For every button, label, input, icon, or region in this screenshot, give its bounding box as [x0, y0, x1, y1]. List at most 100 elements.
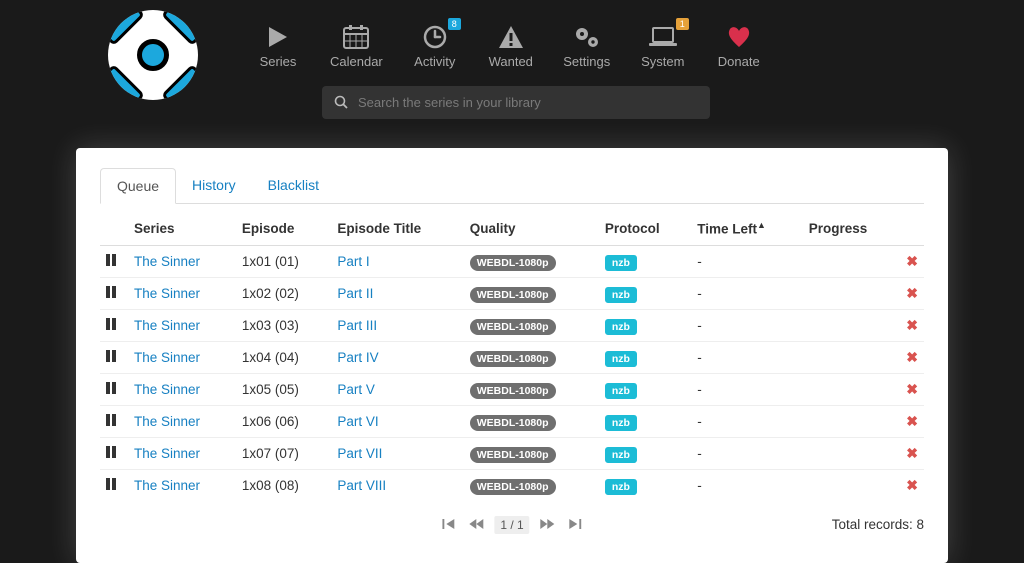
tabs: Queue History Blacklist: [100, 168, 924, 204]
search-input[interactable]: [322, 86, 710, 119]
queue-table: Series Episode Episode Title Quality Pro…: [100, 212, 924, 501]
episode-cell: 1x05 (05): [236, 373, 331, 405]
col-episode[interactable]: Episode: [236, 212, 331, 245]
main-nav: Series Calendar 8 Activity Wanted Settin…: [254, 10, 763, 69]
system-badge: 1: [676, 18, 689, 30]
calendar-icon: [343, 22, 369, 52]
nav-system[interactable]: 1 System: [639, 22, 687, 69]
timeleft-cell: -: [691, 245, 803, 277]
pause-icon[interactable]: [106, 350, 120, 362]
timeleft-cell: -: [691, 341, 803, 373]
episode-title-link[interactable]: Part III: [337, 318, 377, 333]
quality-badge: WEBDL-1080p: [470, 319, 556, 335]
series-link[interactable]: The Sinner: [134, 414, 200, 429]
timeleft-cell: -: [691, 277, 803, 309]
nav-activity[interactable]: 8 Activity: [411, 22, 459, 69]
series-link[interactable]: The Sinner: [134, 318, 200, 333]
timeleft-cell: -: [691, 437, 803, 469]
sort-asc-icon: ▲: [757, 220, 766, 230]
pause-icon[interactable]: [106, 286, 120, 298]
quality-badge: WEBDL-1080p: [470, 447, 556, 463]
activity-card: Queue History Blacklist Series Episode E…: [76, 148, 948, 563]
col-quality[interactable]: Quality: [464, 212, 599, 245]
tab-history[interactable]: History: [176, 168, 252, 203]
progress-cell: [803, 341, 901, 373]
pager-last-icon[interactable]: [566, 515, 584, 535]
activity-badge: 8: [448, 18, 461, 30]
episode-title-link[interactable]: Part I: [337, 254, 369, 269]
laptop-icon: [648, 22, 678, 52]
pause-icon[interactable]: [106, 478, 120, 490]
clock-icon: [423, 22, 447, 52]
remove-icon[interactable]: ✖: [906, 413, 918, 429]
episode-title-link[interactable]: Part VI: [337, 414, 378, 429]
protocol-badge: nzb: [605, 351, 637, 367]
quality-badge: WEBDL-1080p: [470, 479, 556, 495]
progress-cell: [803, 437, 901, 469]
app-logo[interactable]: [108, 10, 198, 100]
pager-first-icon[interactable]: [440, 515, 458, 535]
table-row: The Sinner1x02 (02)Part IIWEBDL-1080pnzb…: [100, 277, 924, 309]
episode-cell: 1x08 (08): [236, 469, 331, 501]
episode-cell: 1x02 (02): [236, 277, 331, 309]
gears-icon: [573, 22, 601, 52]
protocol-badge: nzb: [605, 415, 637, 431]
protocol-badge: nzb: [605, 287, 637, 303]
pause-icon[interactable]: [106, 254, 120, 266]
progress-cell: [803, 277, 901, 309]
remove-icon[interactable]: ✖: [906, 317, 918, 333]
pager: 1 / 1: [440, 515, 583, 535]
series-link[interactable]: The Sinner: [134, 286, 200, 301]
protocol-badge: nzb: [605, 479, 637, 495]
nav-calendar[interactable]: Calendar: [330, 22, 383, 69]
col-series[interactable]: Series: [128, 212, 236, 245]
nav-wanted[interactable]: Wanted: [487, 22, 535, 69]
series-link[interactable]: The Sinner: [134, 446, 200, 461]
episode-title-link[interactable]: Part IV: [337, 350, 378, 365]
remove-icon[interactable]: ✖: [906, 445, 918, 461]
pause-icon[interactable]: [106, 414, 120, 426]
nav-series[interactable]: Series: [254, 22, 302, 69]
episode-title-link[interactable]: Part II: [337, 286, 373, 301]
timeleft-cell: -: [691, 469, 803, 501]
nav-settings[interactable]: Settings: [563, 22, 611, 69]
remove-icon[interactable]: ✖: [906, 349, 918, 365]
table-row: The Sinner1x04 (04)Part IVWEBDL-1080pnzb…: [100, 341, 924, 373]
remove-icon[interactable]: ✖: [906, 253, 918, 269]
table-row: The Sinner 1x06 (06) Part VI WEBDL-1080p nzb…: [100, 405, 924, 437]
quality-badge: WEBDL-1080p: [470, 415, 556, 431]
col-protocol[interactable]: Protocol: [599, 212, 691, 245]
pause-icon[interactable]: [106, 446, 120, 458]
progress-cell: [803, 469, 901, 501]
episode-title-link[interactable]: Part VII: [337, 446, 382, 461]
tab-blacklist[interactable]: Blacklist: [252, 168, 335, 203]
pause-icon[interactable]: [106, 318, 120, 330]
tab-queue[interactable]: Queue: [100, 168, 176, 204]
protocol-badge: nzb: [605, 319, 637, 335]
progress-cell: [803, 373, 901, 405]
nav-calendar-label: Calendar: [330, 54, 383, 69]
remove-icon[interactable]: ✖: [906, 477, 918, 493]
episode-title-link[interactable]: Part V: [337, 382, 375, 397]
series-link[interactable]: The Sinner: [134, 382, 200, 397]
remove-icon[interactable]: ✖: [906, 381, 918, 397]
search-icon: [334, 95, 348, 112]
series-link[interactable]: The Sinner: [134, 350, 200, 365]
col-progress[interactable]: Progress: [803, 212, 901, 245]
series-link[interactable]: The Sinner: [134, 478, 200, 493]
pager-prev-icon[interactable]: [466, 515, 486, 535]
col-timeleft[interactable]: Time Left▲: [691, 212, 803, 245]
table-row: The Sinner1x03 (03)Part IIIWEBDL-1080pnz…: [100, 309, 924, 341]
table-row: The Sinner1x07 (07)Part VIIWEBDL-1080pnz…: [100, 437, 924, 469]
pager-next-icon[interactable]: [538, 515, 558, 535]
series-link[interactable]: The Sinner: [134, 254, 200, 269]
pause-icon[interactable]: [106, 382, 120, 394]
quality-badge: WEBDL-1080p: [470, 383, 556, 399]
table-footer: 1 / 1 Total records: 8: [100, 513, 924, 537]
progress-cell: [803, 309, 901, 341]
episode-title-link[interactable]: Part VIII: [337, 478, 386, 493]
col-title[interactable]: Episode Title: [331, 212, 463, 245]
episode-cell: 1x06 (06): [236, 405, 331, 437]
nav-donate[interactable]: Donate: [715, 22, 763, 69]
remove-icon[interactable]: ✖: [906, 285, 918, 301]
